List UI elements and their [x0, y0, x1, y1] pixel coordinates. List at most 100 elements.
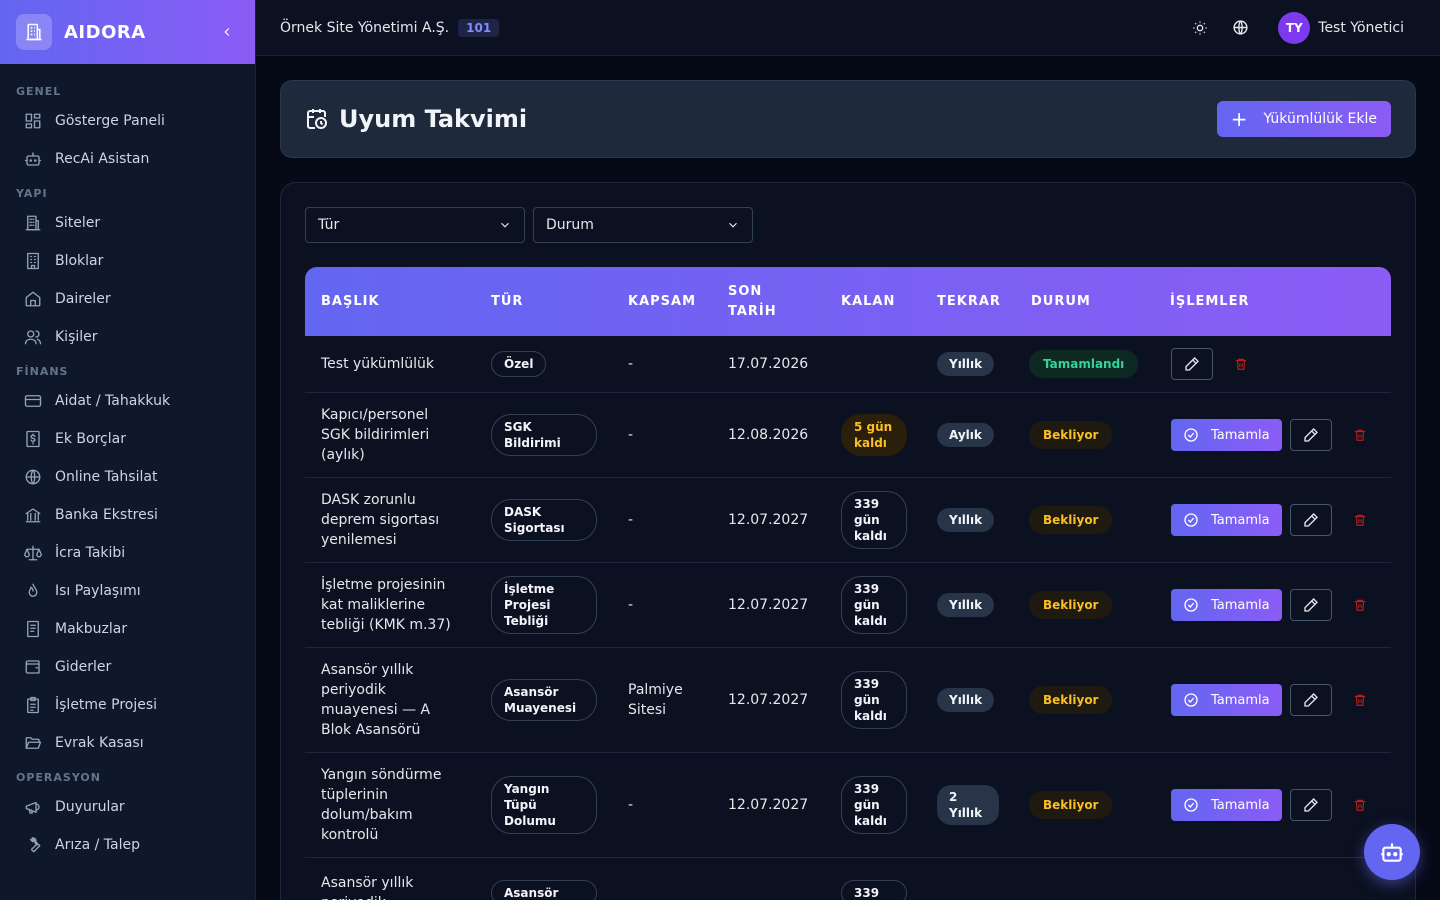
- obligation-title: DASK zorunlu deprem sigortası yenilemesi: [321, 492, 440, 548]
- sidebar-item[interactable]: Siteler: [0, 204, 255, 242]
- obligation-title: Asansör yıllık periyodik: [321, 874, 414, 900]
- sidebar-item[interactable]: Isı Paylaşımı: [0, 572, 255, 610]
- type-filter-value: Tür: [318, 217, 340, 233]
- table-body: Test yükümlülük Özel - 17.07.2026 Yıllık Tama…: [305, 336, 1391, 900]
- sidebar-item[interactable]: Gösterge Paneli: [0, 102, 255, 140]
- sidebar-item[interactable]: Kişiler: [0, 318, 255, 356]
- type-tag: Yangın Tüpü Dolumu: [491, 776, 597, 834]
- delete-button[interactable]: [1346, 789, 1374, 821]
- sidebar-item-label: RecAi Asistan: [55, 151, 150, 167]
- sidebar-item[interactable]: Online Tahsilat: [0, 458, 255, 496]
- complete-label: Tamamla: [1211, 512, 1270, 528]
- column-header[interactable]: KAPSAM: [628, 267, 696, 336]
- remaining-badge: 5 gün kaldı: [841, 414, 907, 456]
- check-circle-icon: [1184, 598, 1198, 612]
- status-filter-select[interactable]: Durum: [533, 207, 753, 243]
- due-date: 12.08.2026: [728, 427, 809, 443]
- edit-button[interactable]: [1289, 504, 1332, 536]
- sidebar-item-label: Siteler: [55, 215, 101, 231]
- due-date: 12.07.2027: [728, 597, 809, 613]
- sidebar-item[interactable]: Evrak Kasası: [0, 724, 255, 762]
- edit-button[interactable]: [1289, 419, 1332, 451]
- trash-icon: [1354, 514, 1365, 526]
- delete-button[interactable]: [1346, 504, 1374, 536]
- scope: -: [628, 512, 634, 528]
- sidebar-item[interactable]: İcra Takibi: [0, 534, 255, 572]
- delete-button[interactable]: [1346, 419, 1374, 451]
- sidebar-item[interactable]: Giderler: [0, 648, 255, 686]
- complete-button[interactable]: Tamamla: [1171, 589, 1282, 621]
- complete-button[interactable]: Tamamla: [1171, 504, 1282, 536]
- sidebar-item[interactable]: Arıza / Talep: [0, 826, 255, 864]
- bot-icon: [24, 152, 42, 166]
- row-actions: [1171, 336, 1255, 392]
- sidebar-item[interactable]: Daireler: [0, 280, 255, 318]
- column-header[interactable]: BAŞLIK: [321, 267, 380, 336]
- sidebar-item-label: İcra Takibi: [55, 545, 126, 561]
- sidebar-item[interactable]: İşletme Projesi: [0, 686, 255, 724]
- wrench-icon: [29, 837, 41, 853]
- sidebar-item-label: Ek Borçlar: [55, 431, 126, 447]
- type-filter-select[interactable]: Tür: [305, 207, 525, 243]
- complete-button[interactable]: Tamamla: [1171, 789, 1282, 821]
- status-badge: Tamamlandı: [1029, 350, 1139, 378]
- sidebar-item-label: Online Tahsilat: [55, 469, 158, 485]
- edit-button[interactable]: [1289, 684, 1332, 716]
- remaining-badge: 339: [841, 879, 907, 900]
- scope: -: [628, 356, 634, 372]
- sidebar-item[interactable]: Aidat / Tahakkuk: [0, 382, 255, 420]
- sidebar-item[interactable]: RecAi Asistan: [0, 140, 255, 178]
- delete-button[interactable]: [1346, 684, 1374, 716]
- sidebar-nav: GENEL Gösterge Paneli RecAi Asistan YAPI Sit…: [0, 64, 255, 864]
- row-actions: Tamamla: [1171, 393, 1374, 477]
- add-obligation-button[interactable]: + Yükümlülük Ekle: [1216, 101, 1391, 137]
- edit-button[interactable]: [1289, 589, 1332, 621]
- table-row: İşletme projesinin kat maliklerine tebli…: [305, 563, 1391, 648]
- chevron-left-icon[interactable]: [215, 20, 239, 44]
- sidebar-item-label: Isı Paylaşımı: [55, 583, 141, 599]
- chevron-down-icon: [729, 222, 737, 228]
- user-menu[interactable]: TY Test Yönetici: [1278, 11, 1404, 44]
- assistant-bot-button[interactable]: [1364, 824, 1420, 880]
- column-header[interactable]: TÜR: [491, 267, 523, 336]
- sidebar-item[interactable]: Duyurular: [0, 788, 255, 826]
- type-tag: Özel: [491, 351, 547, 377]
- complete-label: Tamamla: [1211, 797, 1270, 813]
- sidebar-item-label: İşletme Projesi: [55, 697, 158, 713]
- sidebar: AIDORA GENEL Gösterge Paneli RecAi Asistan…: [0, 0, 256, 900]
- sidebar-item[interactable]: Bloklar: [0, 242, 255, 280]
- status-filter-value: Durum: [546, 217, 594, 233]
- row-actions: Tamamla: [1171, 753, 1374, 857]
- sidebar-item[interactable]: Ek Borçlar: [0, 420, 255, 458]
- column-header[interactable]: İŞLEMLER: [1170, 267, 1249, 336]
- column-header[interactable]: DURUM: [1031, 267, 1091, 336]
- sidebar-item[interactable]: Banka Ekstresi: [0, 496, 255, 534]
- flame-icon: [28, 583, 38, 597]
- delete-button[interactable]: [1227, 348, 1255, 380]
- avatar: TY: [1278, 11, 1311, 44]
- column-header[interactable]: KALAN: [841, 267, 895, 336]
- status-badge: Bekliyor: [1029, 686, 1113, 714]
- column-header[interactable]: TEKRAR: [937, 267, 1001, 336]
- obligations-table: BAŞLIK TÜR KAPSAM SON TARİH KALAN TEKRAR DURUM…: [305, 267, 1391, 900]
- complete-button[interactable]: Tamamla: [1171, 419, 1282, 451]
- user-name: Test Yönetici: [1318, 19, 1404, 36]
- trash-icon: [1235, 358, 1247, 370]
- repeat-badge: Aylık: [937, 423, 994, 447]
- obligation-title: Kapıcı/personel SGK bildirimleri (aylık): [321, 407, 430, 463]
- column-header[interactable]: SON TARİH: [728, 267, 788, 336]
- edit-button[interactable]: [1171, 348, 1213, 380]
- status-badge: Bekliyor: [1029, 506, 1113, 534]
- nav-section-title: GENEL: [16, 85, 62, 98]
- sidebar-item[interactable]: Makbuzlar: [0, 610, 255, 648]
- trash-icon: [1354, 599, 1365, 611]
- complete-button[interactable]: Tamamla: [1171, 684, 1282, 716]
- table-row: Asansör yıllık periyodik muayenesi — A B…: [305, 648, 1391, 753]
- language-button[interactable]: [1220, 8, 1260, 48]
- sidebar-item-label: Evrak Kasası: [55, 735, 144, 751]
- delete-button[interactable]: [1346, 589, 1374, 621]
- status-badge: Bekliyor: [1029, 591, 1113, 619]
- theme-toggle-button[interactable]: [1180, 8, 1220, 48]
- obligation-title: İşletme projesinin kat maliklerine tebli…: [321, 577, 451, 633]
- edit-button[interactable]: [1289, 789, 1332, 821]
